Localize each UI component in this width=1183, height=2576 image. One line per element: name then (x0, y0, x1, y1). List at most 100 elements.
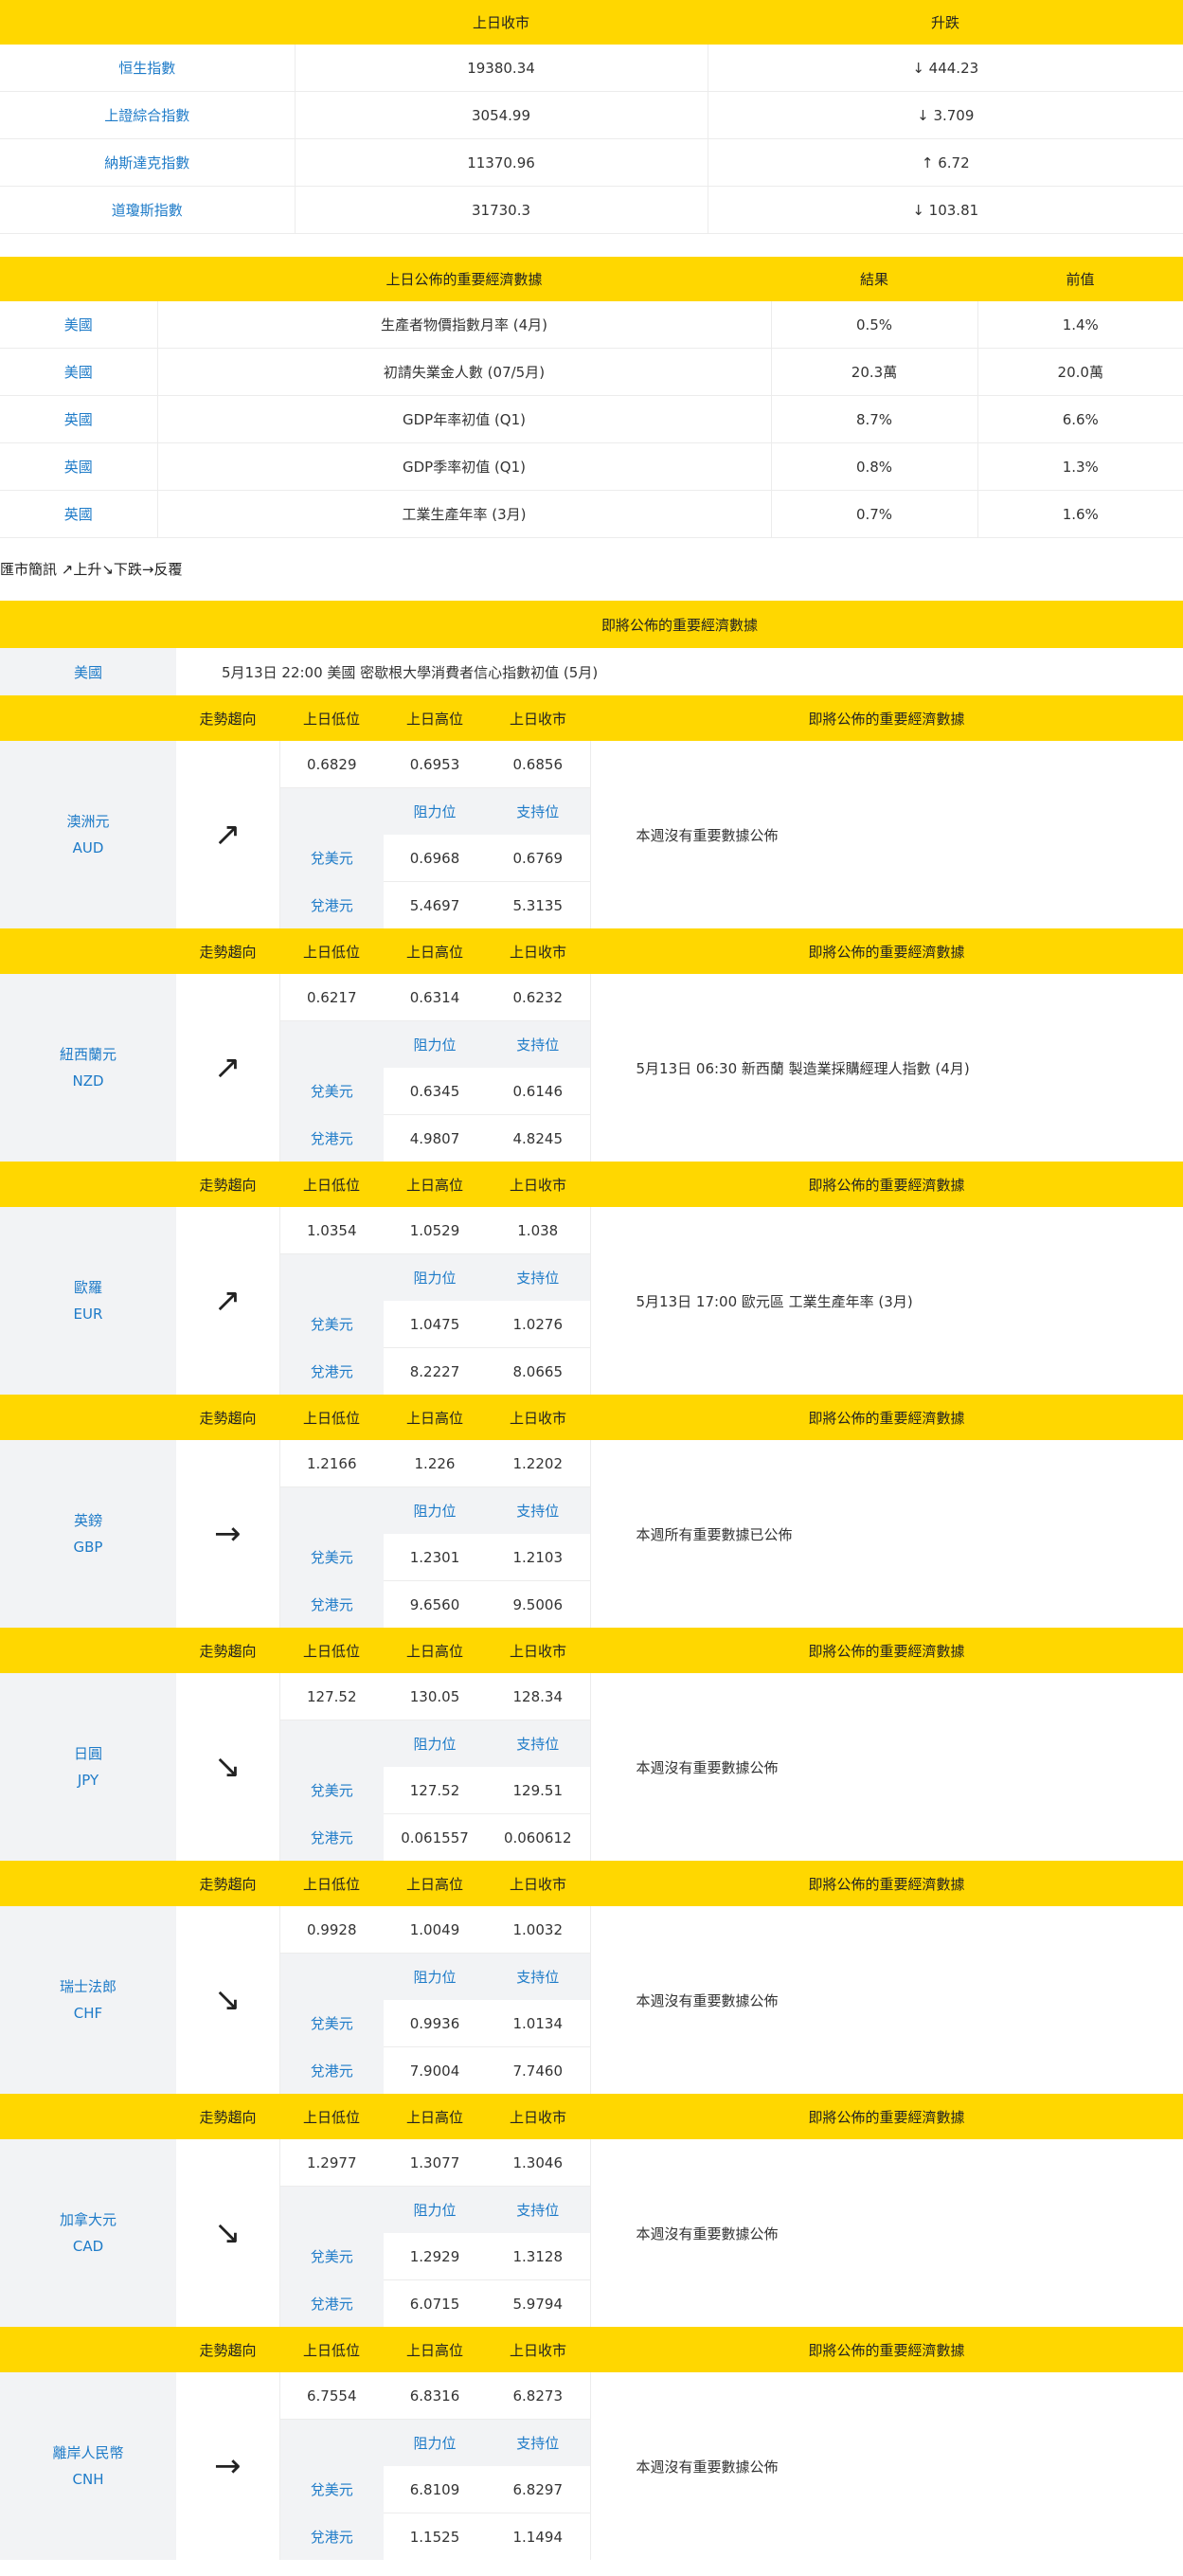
prev-high: 1.0049 (384, 1906, 486, 1954)
vs-hkd-label: 兌港元 (279, 881, 384, 928)
resistance-label: 阻力位 (413, 2202, 457, 2219)
index-name-link[interactable]: 納斯達克指數 (0, 138, 296, 187)
currency-header-upcoming: 即將公佈的重要經濟數據 (808, 1875, 965, 1893)
economic-prev: 1.6% (977, 490, 1183, 538)
index-name-link[interactable]: 上證綜合指數 (0, 91, 296, 139)
hkd-support: 8.0665 (486, 1347, 591, 1395)
currency-header-trend: 走勢趨向 (199, 2108, 257, 2126)
currency-name: 英鎊 (73, 1512, 102, 1529)
usd-support: 129.51 (486, 1767, 591, 1814)
upcoming-note: 本週沒有重要數據公佈 (636, 1991, 779, 2009)
currency-list: 走勢趨向 上日低位 上日高位 上日收市 即將公佈的重要經濟數據 澳洲元 AUD ↗… (0, 695, 1183, 2560)
economic-prev: 6.6% (977, 395, 1183, 443)
currency-name-link[interactable]: 澳洲元 AUD (0, 741, 176, 928)
levels-blank (279, 2420, 384, 2467)
economic-prev: 20.0萬 (977, 348, 1183, 396)
index-name-link[interactable]: 恒生指數 (0, 45, 296, 92)
economic-country-link[interactable]: 英國 (0, 395, 158, 443)
economic-result: 8.7% (771, 395, 978, 443)
economic-header-result: 結果 (859, 271, 888, 288)
economic-result: 0.7% (771, 490, 978, 538)
economic-result: 0.8% (771, 442, 978, 491)
currency-code: GBP (73, 1539, 103, 1556)
currency-header-row: 走勢趨向 上日低位 上日高位 上日收市 即將公佈的重要經濟數據 (0, 1162, 1183, 1207)
fx-legend: 匯市簡訊 ↗上升↘下跌→反覆 (0, 561, 183, 578)
currency-name-link[interactable]: 紐西蘭元 NZD (0, 974, 176, 1162)
prev-high: 6.8316 (384, 2372, 486, 2420)
index-header-change: 升跌 (930, 14, 959, 31)
currency-name-link[interactable]: 離岸人民幣 CNH (0, 2372, 176, 2560)
index-change: ↓ 3.709 (708, 91, 1183, 139)
upcoming-text: 5月13日 22:00 美國 密歇根大學消費者信心指數初值 (5月) (222, 663, 599, 681)
vs-hkd-label: 兌港元 (279, 1347, 384, 1395)
trend-arrow-icon: ↘ (176, 1673, 280, 1861)
hkd-resistance: 4.9807 (409, 1129, 460, 1147)
currency-header-low: 上日低位 (302, 943, 360, 961)
trend-arrow-icon: ↗ (176, 741, 280, 928)
currency-header-high: 上日高位 (405, 1875, 463, 1893)
support-label: 支持位 (486, 787, 591, 835)
economic-country-link[interactable]: 英國 (0, 442, 158, 491)
economic-header-item: 上日公佈的重要經濟數據 (385, 271, 543, 288)
economic-prev: 1.3% (977, 442, 1183, 491)
economic-item: 生產者物價指數月率 (4月) (157, 301, 772, 349)
currency-name-link[interactable]: 英鎊 GBP (0, 1440, 176, 1628)
currency-header-row: 走勢趨向 上日低位 上日高位 上日收市 即將公佈的重要經濟數據 (0, 1395, 1183, 1440)
economic-header-blank (0, 257, 157, 301)
currency-header-row: 走勢趨向 上日低位 上日高位 上日收市 即將公佈的重要經濟數據 (0, 2327, 1183, 2372)
trend-arrow-icon: ↘ (176, 2139, 280, 2327)
currency-header-low: 上日低位 (302, 2108, 360, 2126)
currency-name: 瑞士法郎 (59, 1978, 117, 1995)
economic-country-link[interactable]: 英國 (0, 490, 158, 538)
levels-blank (279, 1021, 384, 1069)
currency-header-low: 上日低位 (302, 1642, 360, 1660)
prev-low: 1.2166 (279, 1440, 384, 1487)
currency-header-high: 上日高位 (405, 1642, 463, 1660)
vs-hkd-label: 兌港元 (279, 2279, 384, 2327)
currency-header-low: 上日低位 (302, 1176, 360, 1194)
upcoming-country-link[interactable]: 美國 (0, 648, 176, 695)
currency-block: 走勢趨向 上日低位 上日高位 上日收市 即將公佈的重要經濟數據 澳洲元 AUD ↗… (0, 695, 1183, 928)
economic-country-link[interactable]: 美國 (0, 348, 158, 396)
currency-name-link[interactable]: 歐羅 EUR (0, 1207, 176, 1395)
usd-resistance: 0.6968 (384, 835, 486, 882)
support-label: 支持位 (486, 1020, 591, 1068)
index-row: 道瓊斯指數 31730.3 ↓ 103.81 (0, 186, 1183, 234)
currency-header-upcoming: 即將公佈的重要經濟數據 (808, 943, 965, 961)
currency-name-link[interactable]: 加拿大元 CAD (0, 2139, 176, 2327)
currency-header-row: 走勢趨向 上日低位 上日高位 上日收市 即將公佈的重要經濟數據 (0, 928, 1183, 974)
upcoming-note: 本週沒有重要數據公佈 (636, 2225, 779, 2243)
currency-name-link[interactable]: 日圓 JPY (0, 1673, 176, 1861)
prev-close: 6.8273 (486, 2372, 591, 2420)
usd-resistance: 0.6345 (384, 1068, 486, 1115)
currency-block: 走勢趨向 上日低位 上日高位 上日收市 即將公佈的重要經濟數據 瑞士法郎 CHF … (0, 1861, 1183, 2094)
usd-support: 0.6769 (486, 835, 591, 882)
currency-header-blank (0, 928, 176, 974)
prev-close: 0.6232 (486, 974, 591, 1021)
usd-support: 1.3128 (486, 2233, 591, 2280)
currency-header-close: 上日收市 (509, 1642, 566, 1660)
economic-country-link[interactable]: 美國 (0, 301, 158, 349)
prev-close: 1.0032 (486, 1906, 591, 1954)
economic-item: 初請失業金人數 (07/5月) (157, 348, 772, 396)
currency-row-prices: 日圓 JPY ↘ 127.52 130.05 128.34 本週沒有重要數據公佈 (0, 1673, 1183, 1861)
usd-resistance: 1.2929 (384, 2233, 486, 2280)
currency-header-trend: 走勢趨向 (199, 943, 257, 961)
index-name-link[interactable]: 道瓊斯指數 (0, 186, 296, 234)
upcoming-header: 即將公佈的重要經濟數據 (600, 616, 758, 634)
usd-resistance: 1.0475 (384, 1301, 486, 1348)
vs-hkd-label: 兌港元 (279, 2513, 384, 2560)
currency-header-close: 上日收市 (509, 1875, 566, 1893)
currency-header-trend: 走勢趨向 (199, 1176, 257, 1194)
currency-name: 日圓 (73, 1745, 102, 1762)
hkd-support: 0.060612 (486, 1813, 591, 1861)
prev-high: 1.3077 (384, 2139, 486, 2187)
economic-row: 美國 生產者物價指數月率 (4月) 0.5% 1.4% (0, 301, 1183, 349)
currency-row-prices: 離岸人民幣 CNH → 6.7554 6.8316 6.8273 本週沒有重要數據… (0, 2372, 1183, 2560)
currency-code: AUD (72, 839, 104, 856)
support-label: 支持位 (486, 1720, 591, 1767)
hkd-support: 1.1494 (486, 2513, 591, 2560)
currency-header-blank (0, 1162, 176, 1207)
currency-name-link[interactable]: 瑞士法郎 CHF (0, 1906, 176, 2094)
index-close: 3054.99 (295, 91, 708, 139)
